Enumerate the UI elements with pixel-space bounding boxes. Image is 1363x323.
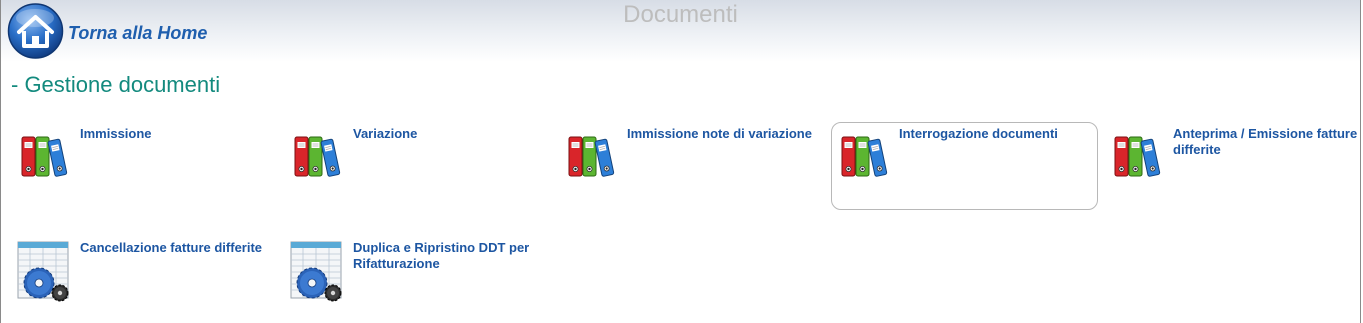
tile-immissione[interactable]: Immissione [31, 122, 297, 210]
section-title: - Gestione documenti [11, 72, 221, 97]
app-window: Torna alla Home Documenti - Gestione doc… [0, 0, 1361, 323]
tile-label: Interrogazione documenti [899, 126, 1058, 141]
binders-icon [18, 134, 74, 180]
tile-variazione[interactable]: Variazione [304, 122, 570, 210]
binders-icon [565, 134, 621, 180]
tile-duplica-ripristino-ddt[interactable]: Duplica e Ripristino DDT per Rifatturazi… [304, 236, 570, 320]
binders-icon [291, 134, 347, 180]
tile-interrogazione-documenti[interactable]: Interrogazione documenti [831, 122, 1098, 210]
tile-label: Immissione note di variazione [627, 126, 812, 141]
tile-cancellazione-fatture[interactable]: Cancellazione fatture differite [31, 236, 297, 320]
tile-label: Duplica e Ripristino DDT per Rifatturazi… [353, 240, 530, 271]
spreadsheet-gear-icon [288, 239, 348, 305]
tile-label: Cancellazione fatture differite [80, 240, 263, 255]
tile-label: Immissione [80, 126, 152, 141]
binders-icon [838, 134, 894, 180]
tile-immissione-note-variazione[interactable]: Immissione note di variazione [578, 122, 844, 210]
spreadsheet-gear-icon [15, 239, 75, 305]
tile-label: Anteprima / Emissione fatture differite [1173, 126, 1358, 157]
binders-icon [1111, 134, 1167, 180]
tile-label: Variazione [353, 126, 418, 141]
tile-anteprima-emissione[interactable]: Anteprima / Emissione fatture differite [1124, 122, 1360, 210]
page-title: Documenti [623, 1, 738, 28]
header-bar: Torna alla Home Documenti [1, 0, 1360, 62]
